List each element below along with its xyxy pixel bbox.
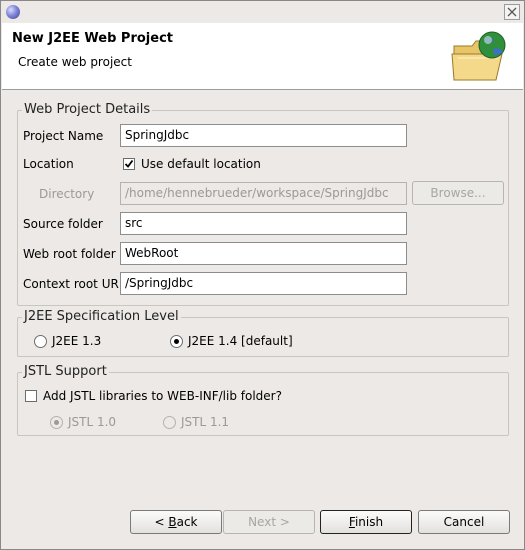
directory-label: Directory <box>39 187 95 201</box>
cancel-button[interactable]: Cancel <box>418 510 510 534</box>
add-jstl-label[interactable]: Add JSTL libraries to WEB-INF/lib folder… <box>43 389 282 403</box>
project-name-label: Project Name <box>23 129 104 143</box>
app-icon <box>6 5 20 19</box>
finish-button-rest: inish <box>354 515 384 529</box>
back-button-mnemonic: B <box>168 515 177 529</box>
back-button-prefix: < <box>154 515 169 529</box>
directory-input[interactable]: /home/hennebrueder/workspace/SpringJdbc <box>120 182 407 205</box>
j2ee-1-3-radio[interactable] <box>34 335 47 348</box>
project-name-input[interactable]: SpringJdbc <box>120 124 407 147</box>
group-title: J2EE Specification Level <box>22 309 181 324</box>
use-default-location-checkbox[interactable] <box>123 158 135 170</box>
jstl-1-0-radio[interactable] <box>50 416 63 429</box>
add-jstl-checkbox[interactable] <box>25 390 37 402</box>
finish-button[interactable]: Finish <box>320 510 412 534</box>
folder-globe-icon <box>451 31 506 81</box>
close-button[interactable] <box>504 4 520 20</box>
source-folder-label: Source folder <box>23 217 103 231</box>
jstl-1-1-label[interactable]: JSTL 1.1 <box>181 415 229 429</box>
source-folder-input[interactable]: src <box>120 212 407 235</box>
web-root-folder-label: Web root folder <box>23 247 116 261</box>
next-button[interactable]: Next > <box>223 510 315 534</box>
wizard-banner: New J2EE Web Project Create web project <box>2 23 523 90</box>
back-button-rest: ack <box>176 515 198 529</box>
use-default-location-label[interactable]: Use default location <box>141 157 261 171</box>
back-button[interactable]: < Back <box>130 510 222 534</box>
checkmark-icon <box>124 159 134 168</box>
page-description: Create web project <box>18 55 132 69</box>
j2ee-1-3-label[interactable]: J2EE 1.3 <box>52 334 101 348</box>
jstl-1-0-label[interactable]: JSTL 1.0 <box>68 415 116 429</box>
web-root-folder-input[interactable]: WebRoot <box>120 242 407 265</box>
j2ee-1-4-radio[interactable] <box>170 335 183 348</box>
close-icon <box>507 7 517 17</box>
context-root-url-label: Context root URL <box>23 277 126 291</box>
context-root-url-input[interactable]: /SpringJdbc <box>120 272 407 295</box>
group-title: Web Project Details <box>22 102 153 117</box>
j2ee-1-4-label[interactable]: J2EE 1.4 [default] <box>188 334 293 348</box>
location-label: Location <box>23 157 74 171</box>
jstl-1-1-radio[interactable] <box>163 416 176 429</box>
dialog-window: New J2EE Web Project Create web project … <box>0 0 525 550</box>
group-title: JSTL Support <box>22 364 109 379</box>
page-title: New J2EE Web Project <box>12 31 173 46</box>
browse-button[interactable]: Browse... <box>412 181 504 205</box>
title-bar[interactable] <box>1 1 524 23</box>
